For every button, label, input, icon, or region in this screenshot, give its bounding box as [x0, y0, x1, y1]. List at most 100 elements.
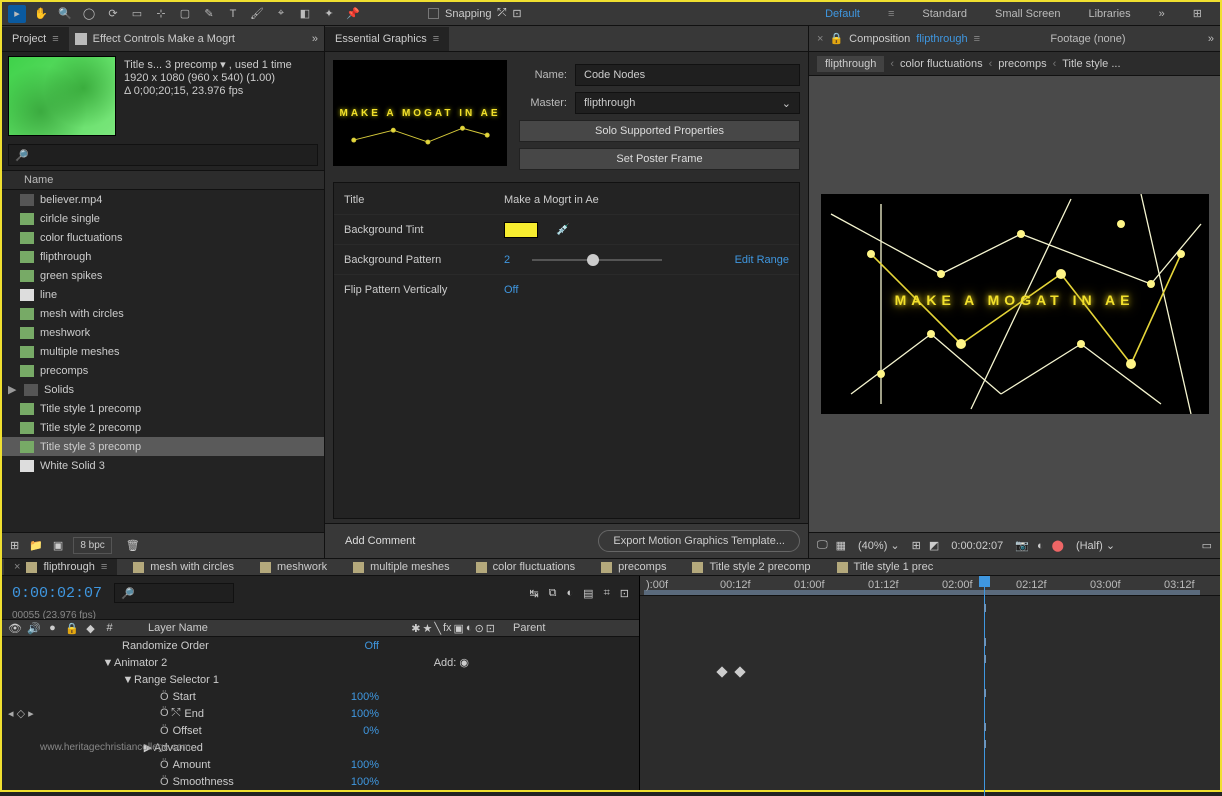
stopwatch-icon[interactable]: Ö ⤲ [160, 707, 180, 720]
interp-icon[interactable]: ⊞ [10, 539, 19, 552]
timeline-ruler[interactable]: ):00f00:12f01:00f01:12f02:00f02:12f03:00… [640, 576, 1220, 596]
sw1[interactable]: ✱ [411, 622, 420, 635]
project-item[interactable]: precomps [2, 361, 324, 380]
timeline-property-row[interactable]: ◂ ◇ ▸Ö ⤲End100% [2, 705, 639, 722]
tab-essential-graphics[interactable]: Essential Graphics ≡ [325, 27, 449, 51]
zoom-tool-icon[interactable]: 🔍 [56, 5, 74, 23]
timeline-tab[interactable]: Title style 1 prec [827, 559, 944, 576]
ws-standard[interactable]: Standard [922, 8, 967, 20]
lock-icon[interactable]: 🔒 [829, 32, 843, 45]
pen-tool-icon[interactable]: ✎ [200, 5, 218, 23]
panel-menu-icon[interactable]: ≡ [101, 561, 107, 573]
timeline-tab[interactable]: precomps [591, 559, 676, 576]
sw7[interactable]: ⊙ [475, 622, 484, 635]
project-column-name[interactable]: Name [2, 170, 324, 190]
project-item[interactable]: meshwork [2, 323, 324, 342]
project-item[interactable]: line [2, 285, 324, 304]
timeline-property-row[interactable]: ▼Animator 2Add: ◉ [2, 654, 639, 671]
project-item[interactable]: green spikes [2, 266, 324, 285]
crumb-3[interactable]: Title style ... [1062, 58, 1120, 70]
draft3d-icon[interactable]: ⌗ [604, 587, 610, 600]
add-comment-button[interactable]: Add Comment [333, 530, 427, 552]
rect-tool-icon[interactable]: ▢ [176, 5, 194, 23]
trash-icon[interactable]: 🗑 [126, 539, 140, 552]
new-folder-icon[interactable]: 📁 [29, 539, 43, 552]
orbit-tool-icon[interactable]: ◯ [80, 5, 98, 23]
project-item[interactable]: Title style 2 precomp [2, 418, 324, 437]
render-icon[interactable]: ⊡ [620, 587, 629, 600]
crumb-0[interactable]: flipthrough [817, 56, 884, 72]
channel-icon[interactable]: ◐ [1037, 540, 1044, 552]
timeline-property-row[interactable]: ÖStart100% [2, 688, 639, 705]
timeline-tab[interactable]: color fluctuations [466, 559, 586, 576]
project-item[interactable]: multiple meshes [2, 342, 324, 361]
eraser-tool-icon[interactable]: ◧ [296, 5, 314, 23]
ws-expand-icon[interactable]: ⊞ [1193, 7, 1202, 20]
property-value[interactable]: 0% [363, 725, 639, 737]
stopwatch-icon[interactable]: Ö [160, 776, 169, 788]
export-mogrt-button[interactable]: Export Motion Graphics Template... [598, 530, 800, 552]
color-icon[interactable]: ⬤ [1052, 539, 1064, 552]
speaker-col-icon[interactable]: 🔊 [27, 622, 40, 635]
crumb-1[interactable]: color fluctuations [900, 58, 983, 70]
timeline-tab[interactable]: mesh with circles [123, 559, 244, 576]
cti-head[interactable] [979, 576, 990, 587]
crumb-2[interactable]: precomps [998, 58, 1046, 70]
lock-col-icon[interactable]: 🔒 [65, 622, 78, 635]
keyframe[interactable] [716, 666, 727, 677]
prop-bgpattern[interactable]: Background Pattern 2 Edit Range [334, 245, 799, 275]
motion-blur-icon[interactable]: ◐ [567, 587, 574, 600]
tab-footage[interactable]: Footage (none) [1050, 33, 1145, 45]
shy-icon[interactable]: ↹ [529, 587, 538, 600]
prop-flip[interactable]: Flip Pattern Vertically Off [334, 275, 799, 305]
camera-tool-icon[interactable]: ▭ [128, 5, 146, 23]
ws-menu-icon[interactable]: ≡ [888, 8, 894, 20]
project-item[interactable]: ▶Solids [2, 380, 324, 399]
project-item[interactable]: mesh with circles [2, 304, 324, 323]
slider-knob[interactable] [587, 254, 599, 266]
sw4[interactable]: fx [443, 622, 452, 635]
snapshot-icon[interactable]: 📷 [1015, 539, 1029, 552]
project-item[interactable]: Title style 1 precomp [2, 399, 324, 418]
overflow-icon[interactable]: » [312, 33, 324, 45]
ws-libraries[interactable]: Libraries [1088, 8, 1130, 20]
layer-name-column[interactable]: Layer Name [148, 622, 208, 634]
zoom-dropdown[interactable]: (40%) ⌄ [854, 539, 904, 552]
twirl-icon[interactable]: ▼ [102, 657, 114, 669]
timeline-property-row[interactable]: ÖSmoothness100% [2, 773, 639, 790]
new-comp-icon[interactable]: ▣ [53, 539, 63, 552]
sw5[interactable]: ▣ [454, 622, 464, 635]
clone-tool-icon[interactable]: ⌖ [272, 5, 290, 23]
close-icon[interactable]: × [817, 33, 823, 45]
parent-column[interactable]: Parent [513, 622, 633, 634]
project-item[interactable]: believer.mp4 [2, 190, 324, 209]
view2-icon[interactable]: ▦ [836, 539, 846, 552]
timeline-track-pane[interactable]: ):00f00:12f01:00f01:12f02:00f02:12f03:00… [640, 576, 1220, 790]
tab-project[interactable]: Project ≡ [2, 27, 69, 51]
timeline-tab[interactable]: Title style 2 precomp [682, 559, 820, 576]
property-value[interactable]: 100% [351, 776, 639, 788]
stopwatch-icon[interactable]: Ö [160, 759, 169, 771]
prop-flip-value[interactable]: Off [504, 284, 518, 296]
timeline-property-row[interactable]: ÖOffset0% [2, 722, 639, 739]
view1-icon[interactable]: 🖵 [817, 539, 828, 552]
keyframe-nav[interactable]: ◂ ◇ ▸ [8, 707, 34, 720]
property-value[interactable]: Off [365, 640, 639, 652]
panel-menu-icon[interactable]: ≡ [52, 33, 58, 45]
project-item[interactable]: flipthrough [2, 247, 324, 266]
timeline-property-row[interactable]: Randomize OrderOff [2, 637, 639, 654]
expand-arrow-icon[interactable]: ▶ [8, 383, 18, 396]
sw2[interactable]: ★ [422, 622, 432, 635]
timeline-tab[interactable]: meshwork [250, 559, 337, 576]
prop-bgpattern-value[interactable]: 2 [504, 254, 510, 266]
sw3[interactable]: ╲ [434, 622, 441, 635]
stopwatch-icon[interactable]: Ö [160, 691, 169, 703]
project-item[interactable]: color fluctuations [2, 228, 324, 247]
solo-col-icon[interactable]: ● [46, 622, 59, 634]
tab-composition[interactable]: × 🔒 Composition flipthrough ≡ [809, 27, 988, 50]
panel-menu-icon[interactable]: ≡ [433, 33, 439, 45]
tab-effect-controls[interactable]: Effect Controls Make a Mogrt [69, 33, 241, 45]
mask-icon[interactable]: ◩ [929, 539, 939, 552]
snap-opt1-icon[interactable]: ⤱ [498, 7, 507, 20]
rotate-tool-icon[interactable]: ⟳ [104, 5, 122, 23]
